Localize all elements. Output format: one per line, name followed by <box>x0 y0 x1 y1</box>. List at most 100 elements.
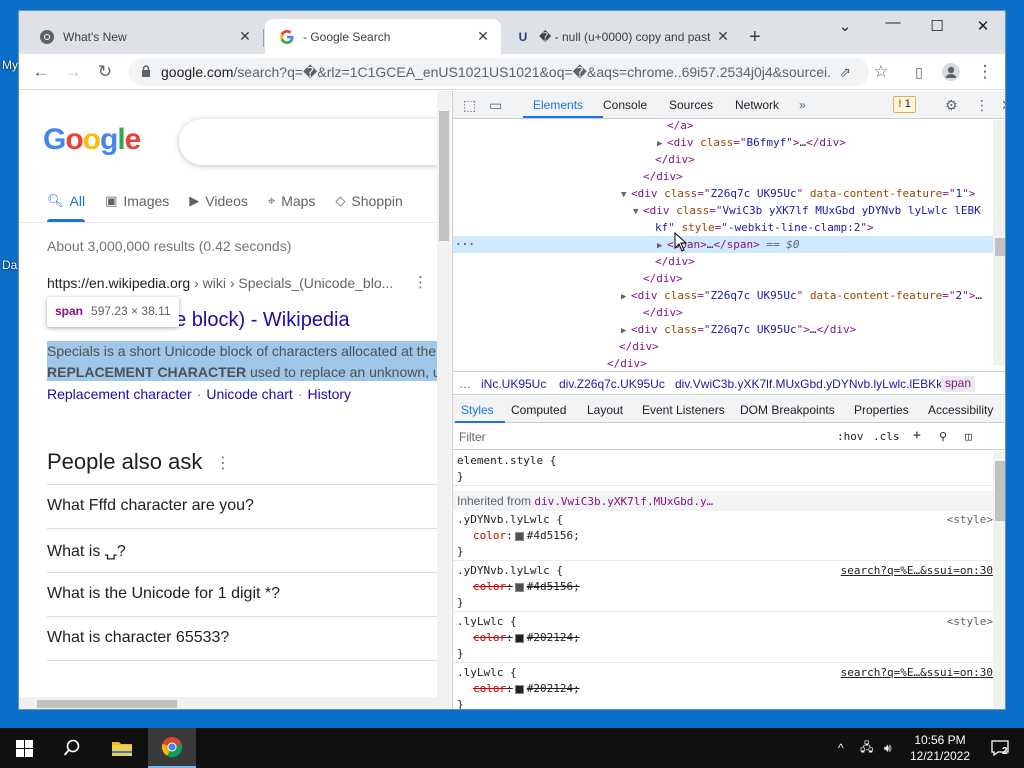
subtab-layout[interactable]: Layout <box>587 403 623 417</box>
css-property[interactable]: color <box>473 580 506 593</box>
result-title-link[interactable]: de block) - Wikipedia <box>164 309 350 332</box>
rule-selector[interactable]: .lyLwlc { <box>457 666 517 679</box>
desktop-label-da[interactable]: Da <box>2 258 17 272</box>
dom-node-line[interactable]: </div> <box>453 270 993 287</box>
css-rule[interactable]: .yDYNvb.lyLwlc {search?q=%E…&ssui=on:30 c… <box>453 563 993 612</box>
dom-node-line[interactable]: ▶ <div class="B6fmyf">…</div> <box>453 134 993 151</box>
tab-null-char[interactable]: U � - null (u+0000) copy and past ✕ <box>503 19 741 54</box>
dom-node-line[interactable]: ▼ <div class="VwiC3b yXK7lf MUxGbd yDYNvb… <box>453 202 993 219</box>
dom-node-line[interactable]: ▶ <span>…</span> == $0 ··· <box>453 236 993 253</box>
devtools-tab-sources[interactable]: Sources <box>669 98 713 112</box>
nav-tab-videos[interactable]: ▶ Videos <box>189 193 248 209</box>
scroll-thumb[interactable] <box>439 111 449 241</box>
maximize-button[interactable]: ☐ <box>927 17 947 35</box>
address-bar[interactable]: google.com/search?q=�&rlz=1C1GCEA_enUS10… <box>129 58 869 86</box>
paa-question[interactable]: What is the Unicode for 1 digit *? <box>47 572 437 616</box>
dom-node-line[interactable]: </div> <box>453 168 993 185</box>
css-rule[interactable]: .lyLwlc {<style> color: #202124;} <box>453 614 993 663</box>
dom-node-line[interactable]: </div> <box>453 338 993 355</box>
color-swatch-icon[interactable] <box>514 582 524 592</box>
tab-google-search[interactable]: - Google Search ✕ <box>265 19 501 54</box>
css-declaration[interactable]: color: #4d5156; <box>453 528 993 544</box>
css-rule[interactable]: .yDYNvb.lyLwlc {<style> color: #4d5156;} <box>453 512 993 561</box>
scroll-thumb[interactable] <box>995 238 1005 256</box>
css-declaration[interactable]: color: #202124; <box>453 681 993 697</box>
close-window-button[interactable]: ✕ <box>973 17 993 35</box>
reload-button[interactable]: ↻ <box>95 62 115 82</box>
styles-scrollbar[interactable] <box>993 451 1005 709</box>
paa-question[interactable]: What is character 65533? <box>47 616 437 660</box>
sublink-history[interactable]: History <box>307 386 351 402</box>
elements-scrollbar[interactable] <box>993 120 1005 365</box>
tab-search-icon[interactable]: ⌄ <box>835 17 855 35</box>
subtab-accessibility[interactable]: Accessibility <box>928 403 993 417</box>
sublink-replacement-character[interactable]: Replacement character <box>47 386 192 402</box>
subtab-dom-breakpoints[interactable]: DOM Breakpoints <box>740 403 835 417</box>
breadcrumb-item[interactable]: div.VwiC3b.yXK7lf.MUxGbd.yDYNvb.lyLwlc.l… <box>675 377 946 391</box>
rule-selector[interactable]: .lyLwlc { <box>457 615 517 628</box>
toggle-sidebar-icon[interactable]: ◫ <box>965 430 972 443</box>
scroll-thumb[interactable] <box>37 700 177 708</box>
share-icon[interactable]: ⇗ <box>835 62 855 82</box>
network-icon[interactable]: 🖧︎ <box>860 728 873 768</box>
inherited-selector[interactable]: div.VwiC3b.yXK7lf.MUxGbd.y… <box>534 495 713 508</box>
rule-source-link[interactable]: <style> <box>947 614 993 630</box>
volume-icon[interactable]: 🔊︎ <box>884 728 892 768</box>
system-clock[interactable]: 10:56 PM 12/21/2022 <box>900 732 980 764</box>
color-swatch-icon[interactable] <box>514 633 524 643</box>
notifications-button[interactable]: 2 <box>980 728 1020 768</box>
google-logo[interactable]: Google <box>43 123 141 157</box>
subtab-event-listeners[interactable]: Event Listeners <box>642 403 725 417</box>
element-style-rule[interactable]: element.style { } <box>453 453 993 486</box>
devtools-tab-network[interactable]: Network <box>735 98 779 112</box>
nav-tab-shopping[interactable]: ◇ Shoppin <box>335 193 402 209</box>
rule-selector[interactable]: .yDYNvb.lyLwlc { <box>457 513 563 526</box>
dom-node-line[interactable]: </a> <box>453 117 993 134</box>
css-value[interactable]: #202124; <box>527 682 580 695</box>
sublink-unicode-chart[interactable]: Unicode chart <box>206 386 292 402</box>
devtools-menu-icon[interactable]: ⋮ <box>975 97 989 114</box>
breadcrumb-overflow[interactable]: … <box>459 377 471 391</box>
breadcrumb-item[interactable]: iNc.UK95Uc <box>481 377 546 391</box>
css-declaration[interactable]: color: #4d5156; <box>453 579 993 595</box>
search-button[interactable] <box>48 728 96 768</box>
nav-tab-maps[interactable]: ⌖ Maps <box>268 193 316 209</box>
chrome-menu-icon[interactable]: ⋮ <box>975 62 995 82</box>
settings-gear-icon[interactable]: ⚙ <box>945 97 958 114</box>
nav-tab-all[interactable]: 🔍︎ All <box>47 193 85 209</box>
subtab-styles[interactable]: Styles <box>461 403 494 417</box>
color-swatch-icon[interactable] <box>514 531 524 541</box>
bookmark-star-icon[interactable]: ☆ <box>871 62 891 82</box>
page-vertical-scrollbar[interactable] <box>437 91 451 709</box>
close-tab-icon[interactable]: ✕ <box>237 28 253 45</box>
search-input[interactable] <box>179 119 451 165</box>
paa-more-icon[interactable]: ⋮ <box>215 453 231 473</box>
dom-node-line[interactable]: </div> <box>453 253 993 270</box>
result-cite[interactable]: https://en.wikipedia.org › wiki › Specia… <box>47 275 393 291</box>
css-value[interactable]: #4d5156; <box>527 529 580 542</box>
back-button[interactable]: ← <box>31 62 51 82</box>
forward-button[interactable]: → <box>63 62 83 82</box>
close-tab-icon[interactable]: ✕ <box>715 28 731 45</box>
hover-state-toggle[interactable]: :hov <box>837 430 864 443</box>
elements-dom-tree[interactable]: </a> ▶ <div class="B6fmyf">…</div> </div> </… <box>453 117 1005 370</box>
dom-node-line[interactable]: ▶ <div class="Z26q7c UK95Uc" data-content… <box>453 287 993 304</box>
dom-node-line[interactable]: </div> <box>453 304 993 321</box>
dom-node-line[interactable]: kf" style="-webkit-line-clamp:2"> <box>453 219 993 236</box>
close-tab-icon[interactable]: ✕ <box>475 28 491 45</box>
css-property[interactable]: color <box>473 529 506 542</box>
new-style-rule-icon[interactable]: + <box>913 428 921 443</box>
more-tabs-icon[interactable]: » <box>799 98 806 112</box>
devtools-tab-console[interactable]: Console <box>603 98 647 112</box>
dom-node-line[interactable]: ▶ <div class="Z26q7c UK95Uc">…</div> <box>453 321 993 338</box>
devtools-tab-elements[interactable]: Elements <box>533 98 583 112</box>
css-property[interactable]: color <box>473 631 506 644</box>
styles-filter-input[interactable]: Filter <box>459 430 486 444</box>
nav-tab-images[interactable]: ▣ Images <box>105 193 169 209</box>
rule-source-link[interactable]: <style> <box>947 512 993 528</box>
dom-node-line[interactable]: ▼ <div class="Z26q7c UK95Uc" data-content… <box>453 185 993 202</box>
show-hidden-icons[interactable]: ^ <box>838 728 844 768</box>
new-tab-button[interactable]: + <box>749 26 761 49</box>
subtab-properties[interactable]: Properties <box>854 403 909 417</box>
css-declaration[interactable]: color: #202124; <box>453 630 993 646</box>
